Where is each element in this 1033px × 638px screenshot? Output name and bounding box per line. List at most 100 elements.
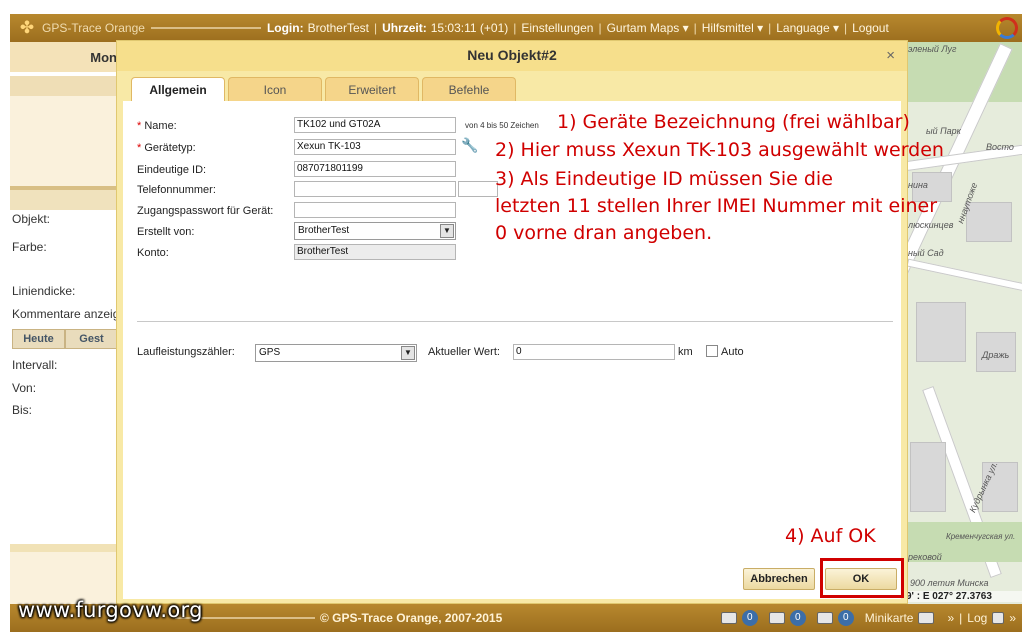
map-label: ый Парк: [926, 126, 961, 136]
panel-header: Mon: [10, 42, 117, 72]
konto-row: Konto:: [137, 245, 294, 261]
name-hint: von 4 bis 50 Zeichen: [465, 121, 539, 130]
tab-allgemein[interactable]: Allgemein: [131, 77, 225, 102]
map-label: эленый Луг: [908, 44, 957, 54]
name-row: * Name:: [137, 120, 177, 132]
bis-label: Bis:: [12, 403, 33, 417]
erstellt-select[interactable]: BrotherTest ▼: [294, 222, 456, 240]
unit-km: km: [678, 346, 693, 358]
map-label: ный Сад: [908, 248, 944, 258]
menu-einstellungen[interactable]: Einstellungen: [521, 21, 593, 35]
intervall-label: Intervall:: [12, 358, 58, 372]
geraetetyp-row: * Gerätetyp:: [137, 142, 196, 154]
id-row: Eindeutige ID:: [137, 162, 294, 178]
annotation-2: 2) Hier muss Xexun TK-103 ausgewählt wer…: [495, 139, 944, 161]
commands-count-badge: 0: [789, 610, 806, 626]
telefon-row: Telefonnummer:: [137, 182, 294, 198]
tab-heute[interactable]: Heute: [12, 329, 65, 349]
geraetetyp-label: Gerätetyp:: [144, 142, 196, 154]
liniendicke-label: Liniendicke:: [12, 284, 76, 298]
konto-label: Konto:: [137, 247, 169, 259]
annotation-1: 1) Geräte Bezeichnung (frei wählbar): [557, 111, 910, 133]
brand-circle-icon: [996, 17, 1018, 39]
time-label: Uhrzeit:: [382, 21, 427, 35]
map-label: рековой: [908, 552, 942, 562]
tab-befehle[interactable]: Befehle: [422, 77, 516, 101]
map-view[interactable]: эленый Луг ый Парк Восто нина ннаутоже л…: [906, 42, 1022, 604]
section-divider: [137, 321, 893, 322]
dialog-tabs: Allgemein Icon Erweitert Befehle: [131, 77, 516, 102]
footer-tools: 0 0 0 Minikarte » | Log »: [720, 610, 1016, 626]
geraetetyp-input[interactable]: Xexun TK-103: [294, 139, 456, 155]
tab-erweitert[interactable]: Erweitert: [325, 77, 419, 101]
telefon-input[interactable]: [294, 181, 456, 197]
telefon-label: Telefonnummer:: [137, 184, 216, 196]
laufleistung-select[interactable]: GPS ▼: [255, 344, 417, 362]
messages-count-badge: 0: [741, 610, 758, 626]
annotation-4: 4) Auf OK: [785, 525, 876, 547]
telefon-input-2[interactable]: [458, 181, 498, 197]
copyright-text: © GPS-Trace Orange, 2007-2015: [320, 611, 503, 625]
app-title: GPS-Trace Orange: [42, 21, 145, 35]
wrench-icon[interactable]: 🔧: [461, 137, 478, 154]
passwort-label: Zugangspasswort für Gerät:: [137, 205, 274, 217]
top-bar: ✤ GPS-Trace Orange Login: BrotherTest | …: [10, 14, 1022, 42]
dialog-titlebar[interactable]: Neu Objekt#2 ×: [117, 41, 907, 71]
id-input[interactable]: 087071801199: [294, 161, 456, 177]
aktueller-wert-input[interactable]: 0: [513, 344, 675, 360]
login-label: Login:: [266, 21, 304, 35]
panel-title: Mon: [90, 50, 117, 65]
minikarte-link[interactable]: Minikarte: [865, 611, 914, 625]
log-panel-icon[interactable]: [992, 612, 1005, 624]
title-separator: [150, 27, 261, 29]
ok-highlight-box: [820, 558, 904, 598]
expand-up-icon[interactable]: »: [947, 611, 954, 625]
watermark: www.furgovw.org: [18, 598, 203, 622]
erstellt-row: Erstellt von:: [137, 224, 294, 240]
annotation-3: 3) Als Eindeutige ID müssen Sie die letz…: [495, 166, 937, 247]
menu-logout[interactable]: Logout: [852, 21, 889, 35]
date-tabs: Heute Gest: [12, 329, 118, 349]
cancel-button[interactable]: Abbrechen: [743, 568, 815, 590]
laufleistung-value: GPS: [259, 347, 281, 358]
menu-language[interactable]: Language ▾: [776, 21, 839, 35]
collapse-up-icon[interactable]: »: [1009, 611, 1016, 625]
erstellt-value: BrotherTest: [298, 225, 350, 236]
map-label: Восто: [986, 142, 1014, 152]
auto-label: Auto: [721, 346, 744, 358]
dialog-title: Neu Objekt#2: [467, 47, 557, 63]
log-link[interactable]: Log: [967, 611, 987, 625]
erstellt-label: Erstellt von:: [137, 226, 195, 238]
image-icon[interactable]: [816, 612, 833, 624]
von-label: Von:: [12, 381, 37, 395]
commands-icon[interactable]: [768, 612, 785, 624]
passwort-row: Zugangspasswort für Gerät:: [137, 203, 294, 219]
images-count-badge: 0: [837, 610, 854, 626]
map-coordinates: 9' : E 027° 27.3763: [906, 591, 1022, 602]
aktueller-wert-label: Aktueller Wert:: [428, 346, 500, 358]
login-user: BrotherTest: [307, 21, 369, 35]
map-label: Кременчугская ул.: [946, 532, 1016, 541]
menu-gurtam-maps[interactable]: Gurtam Maps ▾: [607, 21, 689, 35]
name-label: Name:: [144, 120, 177, 132]
konto-value: BrotherTest: [294, 244, 456, 260]
farbe-label: Farbe:: [12, 240, 47, 254]
kommentare-label: Kommentare anzeig: [12, 307, 118, 321]
tab-icon[interactable]: Icon: [228, 77, 322, 101]
passwort-input[interactable]: [294, 202, 456, 218]
tab-gestern[interactable]: Gest: [65, 329, 118, 349]
messages-icon[interactable]: [720, 612, 737, 624]
name-input[interactable]: TK102 und GT02A: [294, 117, 456, 133]
close-icon[interactable]: ×: [886, 48, 895, 63]
annotation-3-line-1: 3) Als Eindeutige ID müssen Sie die: [495, 168, 833, 190]
chevron-down-icon[interactable]: ▼: [440, 224, 454, 238]
annotation-3-line-2: letzten 11 stellen Ihrer IMEI Nummer mit…: [495, 195, 938, 217]
objekt-label: Objekt:: [12, 212, 51, 226]
left-panel: Mon Objekt: Farbe: Liniendicke: Kommenta…: [10, 42, 118, 604]
annotation-3-line-3: 0 vorne dran angeben.: [495, 222, 713, 244]
chevron-down-icon[interactable]: ▼: [401, 346, 415, 360]
time-value: 15:03:11 (+01): [430, 21, 509, 35]
auto-checkbox[interactable]: [706, 345, 718, 357]
keyboard-icon[interactable]: [918, 612, 935, 624]
menu-hilfsmittel[interactable]: Hilfsmittel ▾: [702, 21, 763, 35]
